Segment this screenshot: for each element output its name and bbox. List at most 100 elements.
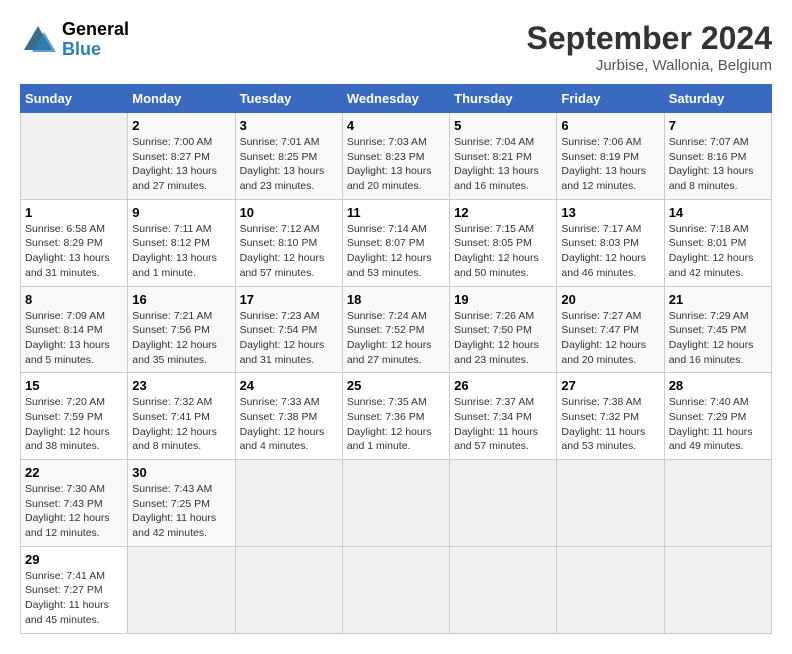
calendar-cell: 15 Sunrise: 7:20 AMSunset: 7:59 PMDayligh… <box>21 373 128 460</box>
day-number: 13 <box>561 205 659 220</box>
day-number: 21 <box>669 292 767 307</box>
day-info: Sunrise: 7:00 AMSunset: 8:27 PMDaylight:… <box>132 135 230 194</box>
day-info: Sunrise: 7:35 AMSunset: 7:36 PMDaylight:… <box>347 395 445 454</box>
day-info: Sunrise: 7:06 AMSunset: 8:19 PMDaylight:… <box>561 135 659 194</box>
day-header-thursday: Thursday <box>450 85 557 113</box>
calendar-cell <box>342 546 449 633</box>
day-info: Sunrise: 7:37 AMSunset: 7:34 PMDaylight:… <box>454 395 552 454</box>
header: General Blue September 2024 Jurbise, Wal… <box>20 20 772 74</box>
day-info: Sunrise: 7:14 AMSunset: 8:07 PMDaylight:… <box>347 222 445 281</box>
day-number: 11 <box>347 205 445 220</box>
day-number: 7 <box>669 118 767 133</box>
day-info: Sunrise: 7:15 AMSunset: 8:05 PMDaylight:… <box>454 222 552 281</box>
day-number: 27 <box>561 378 659 393</box>
calendar-cell: 4 Sunrise: 7:03 AMSunset: 8:23 PMDaylight… <box>342 113 449 200</box>
calendar-cell: 17 Sunrise: 7:23 AMSunset: 7:54 PMDayligh… <box>235 286 342 373</box>
calendar-cell: 27 Sunrise: 7:38 AMSunset: 7:32 PMDayligh… <box>557 373 664 460</box>
day-number: 3 <box>240 118 338 133</box>
calendar-body: 2 Sunrise: 7:00 AMSunset: 8:27 PMDaylight… <box>21 113 772 634</box>
day-info: Sunrise: 7:07 AMSunset: 8:16 PMDaylight:… <box>669 135 767 194</box>
day-number: 12 <box>454 205 552 220</box>
calendar-cell: 1Sunrise: 6:58 AMSunset: 8:29 PMDaylight… <box>21 199 128 286</box>
location: Jurbise, Wallonia, Belgium <box>527 57 772 74</box>
logo: General Blue <box>20 20 129 60</box>
day-info: Sunrise: 7:20 AMSunset: 7:59 PMDaylight:… <box>25 395 123 454</box>
day-number: 17 <box>240 292 338 307</box>
calendar-cell <box>235 546 342 633</box>
day-number: 2 <box>132 118 230 133</box>
day-info: Sunrise: 7:24 AMSunset: 7:52 PMDaylight:… <box>347 309 445 368</box>
week-row-5: 22 Sunrise: 7:30 AMSunset: 7:43 PMDayligh… <box>21 460 772 547</box>
day-info: Sunrise: 7:26 AMSunset: 7:50 PMDaylight:… <box>454 309 552 368</box>
day-number: 4 <box>347 118 445 133</box>
day-info: Sunrise: 7:12 AMSunset: 8:10 PMDaylight:… <box>240 222 338 281</box>
day-number: 20 <box>561 292 659 307</box>
day-number: 16 <box>132 292 230 307</box>
day-info: Sunrise: 7:23 AMSunset: 7:54 PMDaylight:… <box>240 309 338 368</box>
calendar-cell: 3 Sunrise: 7:01 AMSunset: 8:25 PMDaylight… <box>235 113 342 200</box>
day-number: 6 <box>561 118 659 133</box>
calendar-cell: 22 Sunrise: 7:30 AMSunset: 7:43 PMDayligh… <box>21 460 128 547</box>
day-number: 18 <box>347 292 445 307</box>
calendar-cell: 14Sunrise: 7:18 AMSunset: 8:01 PMDayligh… <box>664 199 771 286</box>
day-number: 22 <box>25 465 123 480</box>
day-number: 8 <box>25 292 123 307</box>
calendar-cell: 18 Sunrise: 7:24 AMSunset: 7:52 PMDayligh… <box>342 286 449 373</box>
calendar-cell: 12 Sunrise: 7:15 AMSunset: 8:05 PMDayligh… <box>450 199 557 286</box>
day-info: Sunrise: 7:32 AMSunset: 7:41 PMDaylight:… <box>132 395 230 454</box>
day-header-friday: Friday <box>557 85 664 113</box>
day-header-monday: Monday <box>128 85 235 113</box>
day-header-wednesday: Wednesday <box>342 85 449 113</box>
calendar-cell <box>664 460 771 547</box>
week-row-2: 1Sunrise: 6:58 AMSunset: 8:29 PMDaylight… <box>21 199 772 286</box>
day-number: 28 <box>669 378 767 393</box>
calendar-cell: 21 Sunrise: 7:29 AMSunset: 7:45 PMDayligh… <box>664 286 771 373</box>
day-number: 25 <box>347 378 445 393</box>
calendar-cell <box>557 546 664 633</box>
day-number: 23 <box>132 378 230 393</box>
day-info: Sunrise: 7:27 AMSunset: 7:47 PMDaylight:… <box>561 309 659 368</box>
week-row-1: 2 Sunrise: 7:00 AMSunset: 8:27 PMDaylight… <box>21 113 772 200</box>
calendar-cell <box>342 460 449 547</box>
day-info: Sunrise: 7:30 AMSunset: 7:43 PMDaylight:… <box>25 482 123 541</box>
day-info: Sunrise: 7:40 AMSunset: 7:29 PMDaylight:… <box>669 395 767 454</box>
calendar-cell: 19Sunrise: 7:26 AMSunset: 7:50 PMDayligh… <box>450 286 557 373</box>
day-info: Sunrise: 7:41 AMSunset: 7:27 PMDaylight:… <box>25 569 123 628</box>
calendar-cell <box>557 460 664 547</box>
days-header-row: SundayMondayTuesdayWednesdayThursdayFrid… <box>21 85 772 113</box>
day-info: Sunrise: 7:38 AMSunset: 7:32 PMDaylight:… <box>561 395 659 454</box>
day-header-tuesday: Tuesday <box>235 85 342 113</box>
day-number: 26 <box>454 378 552 393</box>
day-number: 30 <box>132 465 230 480</box>
calendar-cell: 11 Sunrise: 7:14 AMSunset: 8:07 PMDayligh… <box>342 199 449 286</box>
day-number: 15 <box>25 378 123 393</box>
day-info: Sunrise: 7:11 AMSunset: 8:12 PMDaylight:… <box>132 222 230 281</box>
day-info: Sunrise: 7:09 AMSunset: 8:14 PMDaylight:… <box>25 309 123 368</box>
calendar-cell <box>128 546 235 633</box>
day-info: Sunrise: 7:17 AMSunset: 8:03 PMDaylight:… <box>561 222 659 281</box>
day-number: 24 <box>240 378 338 393</box>
day-info: Sunrise: 7:21 AMSunset: 7:56 PMDaylight:… <box>132 309 230 368</box>
calendar-cell: 6 Sunrise: 7:06 AMSunset: 8:19 PMDaylight… <box>557 113 664 200</box>
calendar-cell: 8 Sunrise: 7:09 AMSunset: 8:14 PMDaylight… <box>21 286 128 373</box>
calendar-cell: 23 Sunrise: 7:32 AMSunset: 7:41 PMDayligh… <box>128 373 235 460</box>
calendar-cell <box>450 460 557 547</box>
day-info: Sunrise: 7:04 AMSunset: 8:21 PMDaylight:… <box>454 135 552 194</box>
week-row-3: 8 Sunrise: 7:09 AMSunset: 8:14 PMDaylight… <box>21 286 772 373</box>
day-info: Sunrise: 7:29 AMSunset: 7:45 PMDaylight:… <box>669 309 767 368</box>
day-number: 14 <box>669 205 767 220</box>
calendar-cell: 5Sunrise: 7:04 AMSunset: 8:21 PMDaylight… <box>450 113 557 200</box>
calendar-cell <box>21 113 128 200</box>
day-info: Sunrise: 7:01 AMSunset: 8:25 PMDaylight:… <box>240 135 338 194</box>
day-header-sunday: Sunday <box>21 85 128 113</box>
calendar-cell <box>235 460 342 547</box>
day-info: Sunrise: 7:03 AMSunset: 8:23 PMDaylight:… <box>347 135 445 194</box>
day-info: Sunrise: 7:43 AMSunset: 7:25 PMDaylight:… <box>132 482 230 541</box>
week-row-6: 29Sunrise: 7:41 AMSunset: 7:27 PMDayligh… <box>21 546 772 633</box>
calendar-cell: 16 Sunrise: 7:21 AMSunset: 7:56 PMDayligh… <box>128 286 235 373</box>
logo-text: General Blue <box>62 20 129 60</box>
calendar-cell: 26 Sunrise: 7:37 AMSunset: 7:34 PMDayligh… <box>450 373 557 460</box>
logo-line1: General <box>62 20 129 40</box>
calendar-cell: 30 Sunrise: 7:43 AMSunset: 7:25 PMDayligh… <box>128 460 235 547</box>
calendar-cell: 2 Sunrise: 7:00 AMSunset: 8:27 PMDaylight… <box>128 113 235 200</box>
